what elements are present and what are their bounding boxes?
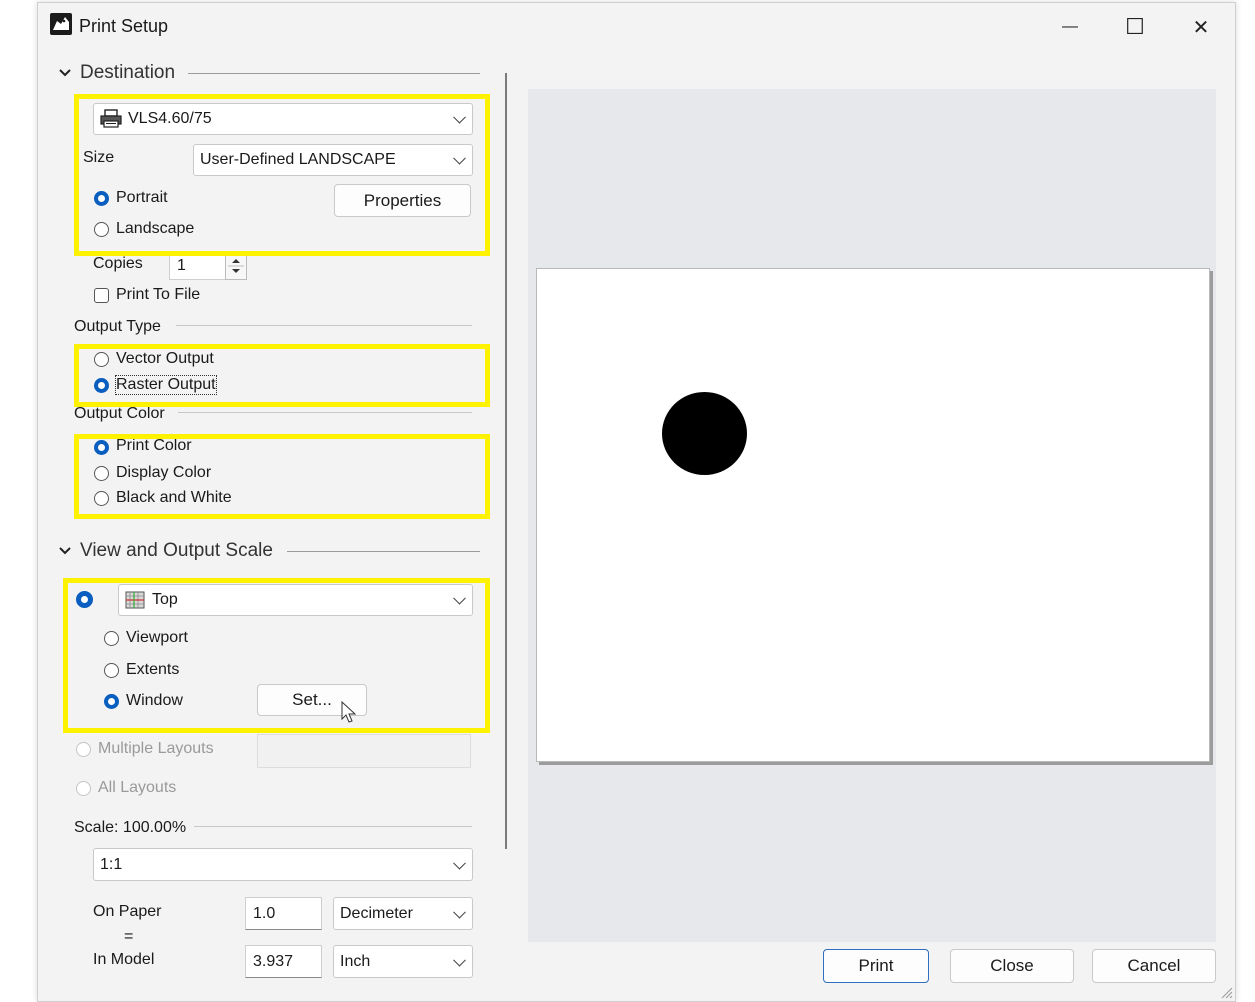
- print-to-file-label[interactable]: Print To File: [116, 286, 200, 304]
- stepper-arrows-icon: [228, 259, 244, 273]
- all-layouts-radio[interactable]: [76, 781, 91, 796]
- title-bar: Print Setup — ☐ ✕: [38, 3, 1235, 49]
- copies-stepper[interactable]: [225, 252, 247, 280]
- in-model-label: In Model: [93, 951, 155, 968]
- maximize-icon: ☐: [1125, 14, 1145, 39]
- in-model-unit: Inch: [340, 952, 371, 970]
- scale-divider: [194, 826, 472, 827]
- multiple-layouts-radio[interactable]: [76, 742, 91, 757]
- close-window-button[interactable]: ✕: [1171, 7, 1231, 47]
- on-paper-value: 1.0: [253, 904, 276, 922]
- on-paper-label: On Paper: [93, 903, 162, 920]
- panel-splitter[interactable]: [505, 73, 507, 849]
- on-paper-unit-select[interactable]: Decimeter: [333, 897, 473, 930]
- minimize-icon: —: [1062, 18, 1078, 35]
- layouts-field: [257, 734, 471, 768]
- chevron-down-icon: [453, 856, 466, 870]
- resize-grip-icon[interactable]: [1219, 985, 1233, 999]
- print-to-file-checkbox[interactable]: [94, 288, 109, 303]
- destination-header: Destination: [80, 62, 176, 83]
- on-paper-unit: Decimeter: [340, 904, 413, 922]
- equals-label: =: [124, 928, 134, 945]
- maximize-button[interactable]: ☐: [1105, 7, 1165, 47]
- rhino-app-icon: [50, 13, 72, 35]
- minimize-button[interactable]: —: [1040, 7, 1100, 47]
- close-icon: ✕: [1192, 16, 1210, 39]
- destination-highlight: [74, 94, 490, 256]
- print-label: Print: [858, 956, 894, 975]
- print-button[interactable]: Print: [823, 949, 929, 983]
- copies-input[interactable]: 1: [169, 252, 227, 280]
- output-type-header: Output Type: [74, 318, 161, 335]
- view-scale-header: View and Output Scale: [80, 540, 273, 561]
- copies-value: 1: [177, 257, 186, 274]
- view-scale-highlight: [63, 578, 490, 733]
- scale-select[interactable]: 1:1: [93, 848, 473, 881]
- destination-group-header[interactable]: Destination: [58, 62, 175, 84]
- in-model-unit-select[interactable]: Inch: [333, 945, 473, 978]
- chevron-down-icon: [59, 547, 71, 555]
- copies-label: Copies: [93, 255, 143, 272]
- chevron-down-icon: [453, 953, 466, 967]
- preview-circle-object: [662, 392, 747, 475]
- chevron-down-icon: [59, 69, 71, 77]
- view-scale-divider: [287, 551, 480, 552]
- cancel-button[interactable]: Cancel: [1092, 949, 1216, 983]
- cancel-label: Cancel: [1127, 956, 1181, 975]
- view-scale-group-header[interactable]: View and Output Scale: [58, 540, 273, 562]
- in-model-value: 3.937: [253, 952, 294, 970]
- output-type-highlight: [74, 344, 490, 407]
- scale-label: Scale: 100.00%: [74, 819, 187, 836]
- multiple-layouts-label[interactable]: Multiple Layouts: [98, 740, 214, 758]
- on-paper-input[interactable]: 1.0: [245, 897, 322, 930]
- output-color-highlight: [74, 434, 490, 519]
- output-color-divider: [178, 412, 472, 413]
- print-setup-dialog: Print Setup — ☐ ✕ Destination VLS4.60/75…: [37, 2, 1236, 1002]
- scale-value: 1:1: [100, 855, 123, 873]
- close-button[interactable]: Close: [950, 949, 1074, 983]
- output-type-divider: [176, 325, 472, 326]
- in-model-input[interactable]: 3.937: [245, 945, 322, 978]
- output-color-header: Output Color: [74, 405, 165, 422]
- destination-divider: [188, 73, 480, 74]
- window-title: Print Setup: [79, 16, 169, 36]
- preview-paper: [536, 268, 1210, 762]
- chevron-down-icon: [453, 905, 466, 919]
- all-layouts-label[interactable]: All Layouts: [98, 779, 176, 797]
- close-label: Close: [990, 956, 1034, 975]
